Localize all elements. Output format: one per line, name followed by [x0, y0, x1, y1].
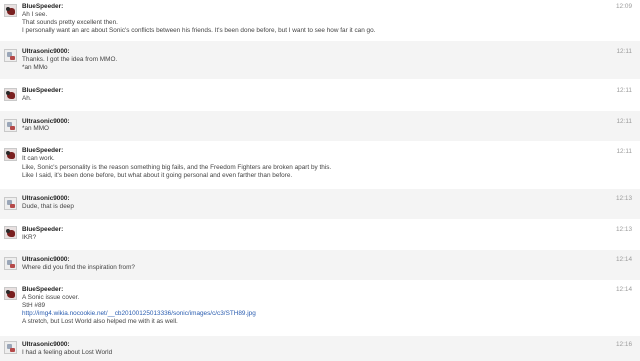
ultrasonic-avatar[interactable] [4, 49, 17, 62]
message-line: A Sonic issue cover. [22, 294, 80, 301]
chat-message: BlueSpeeder: IKR? 12:13 [0, 219, 640, 250]
ultrasonic-avatar[interactable] [4, 257, 17, 270]
message-line: Where did you find the inspiration from? [22, 264, 135, 271]
message-timestamp: 12:11 [616, 48, 632, 55]
bluespeeder-avatar[interactable] [4, 88, 17, 101]
message-link[interactable]: http://img4.wikia.nocookie.net/__cb20100… [22, 310, 256, 318]
message-line: *an MMO [22, 125, 49, 132]
message-line: Ah. [22, 95, 32, 102]
message-line: Ah I see. [22, 11, 48, 18]
message-line: Like I said, it's been done before, but … [22, 172, 293, 179]
ultrasonic-avatar[interactable] [4, 197, 17, 210]
message-timestamp: 12:16 [616, 341, 632, 348]
message-timestamp: 12:13 [616, 195, 632, 202]
message-timestamp: 12:13 [616, 226, 632, 233]
message-line: A stretch, but Lost World also helped me… [22, 318, 178, 325]
ultrasonic-avatar[interactable] [4, 119, 17, 132]
chat-message: Ultrasonic9000: Where did you find the i… [0, 250, 640, 280]
message-line: Thanks. I got the idea from MMO. [22, 56, 118, 63]
bluespeeder-avatar[interactable] [4, 287, 17, 300]
message-timestamp: 12:11 [616, 118, 632, 125]
chat-message: Ultrasonic9000: Dude, that is deep 12:13 [0, 189, 640, 219]
message-timestamp: 12:09 [616, 3, 632, 10]
bluespeeder-avatar[interactable] [4, 148, 17, 161]
message-timestamp: 12:11 [616, 148, 632, 155]
message-timestamp: 12:14 [616, 256, 632, 263]
ultrasonic-avatar[interactable] [4, 341, 17, 354]
message-timestamp: 12:14 [616, 286, 632, 293]
message-line: I had a feeling about Lost World [22, 349, 113, 356]
message-author[interactable]: Ultrasonic9000: [22, 256, 70, 264]
message-author[interactable]: BlueSpeeder: [22, 286, 63, 294]
message-line: That sounds pretty excellent then. [22, 19, 118, 26]
message-author[interactable]: Ultrasonic9000: [22, 195, 70, 203]
message-line: Like, Sonic's personality is the reason … [22, 164, 332, 171]
chat-message: BlueSpeeder: A Sonic issue cover. StH #8… [0, 280, 640, 336]
message-author[interactable]: BlueSpeeder: [22, 3, 63, 11]
message-author[interactable]: BlueSpeeder: [22, 147, 63, 155]
message-author[interactable]: BlueSpeeder: [22, 87, 63, 95]
bluespeeder-avatar[interactable] [4, 226, 17, 239]
message-line: StH #89 [22, 302, 46, 309]
message-line: Dude, that is deep [22, 203, 74, 210]
chat-message: BlueSpeeder: Ah I see. That sounds prett… [0, 0, 640, 41]
message-author[interactable]: Ultrasonic9000: [22, 48, 70, 56]
chat-message: BlueSpeeder: Ah. 12:11 [0, 79, 640, 111]
message-timestamp: 12:11 [616, 87, 632, 94]
chat-message: Ultrasonic9000: *an MMO 12:11 [0, 111, 640, 141]
bluespeeder-avatar[interactable] [4, 4, 17, 17]
message-line: *an MMo [22, 64, 48, 71]
chat-message: Ultrasonic9000: I had a feeling about Lo… [0, 336, 640, 361]
message-author[interactable]: BlueSpeeder: [22, 226, 63, 234]
chat-log: BlueSpeeder: Ah I see. That sounds prett… [0, 0, 640, 361]
chat-message: BlueSpeeder: It can work. Like, Sonic's … [0, 141, 640, 189]
message-line: I personally want an arc about Sonic's c… [22, 27, 376, 34]
message-line: IKR? [22, 234, 37, 241]
message-line: It can work. [22, 155, 55, 162]
chat-message: Ultrasonic9000: Thanks. I got the idea f… [0, 41, 640, 79]
message-author[interactable]: Ultrasonic9000: [22, 341, 70, 349]
